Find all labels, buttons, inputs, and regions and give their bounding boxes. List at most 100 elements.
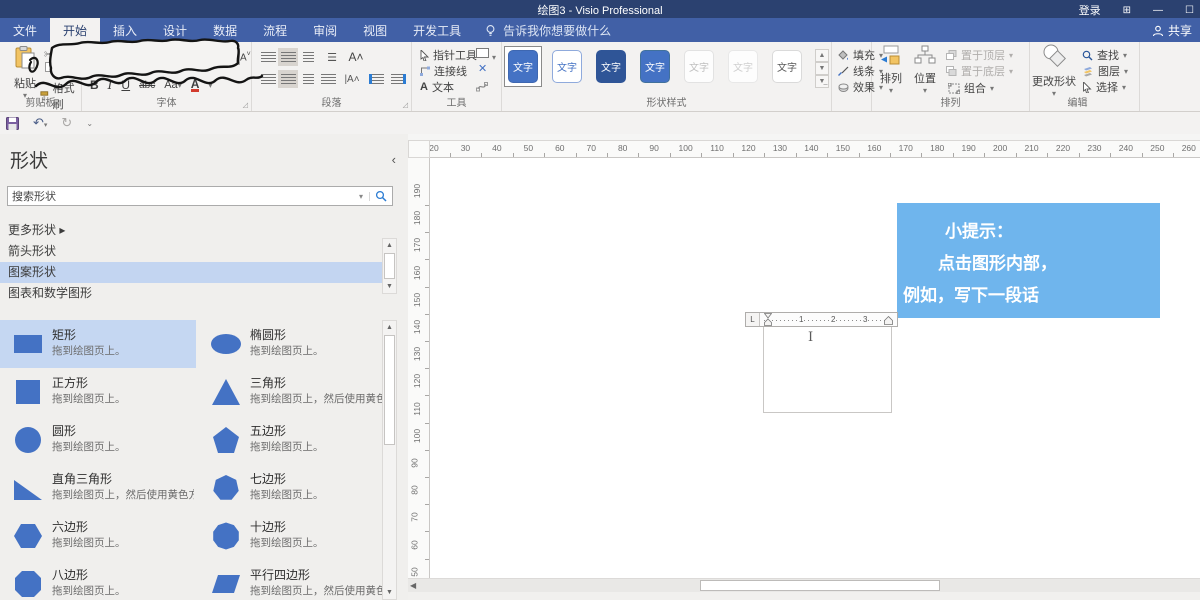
category-scrollbar[interactable]: ▲ ▼ [382, 238, 397, 294]
bold-button[interactable]: B [90, 78, 99, 92]
underline-button[interactable]: U [121, 78, 130, 92]
tell-me-box[interactable]: 告诉我你想要做什么 [484, 18, 611, 42]
tab-开发工具[interactable]: 开发工具 [400, 18, 474, 42]
maximize-icon[interactable]: ☐ [1185, 5, 1194, 16]
paragraph-dialog-launcher-icon[interactable]: ◿ [403, 101, 408, 109]
align-left-icon[interactable] [258, 48, 278, 66]
draw-shape-dropdown-icon[interactable]: ▾ [492, 47, 496, 65]
scroll-up-icon[interactable]: ▲ [383, 321, 396, 334]
horizontal-scrollbar[interactable]: ◀ [408, 578, 1200, 592]
tab-流程[interactable]: 流程 [250, 18, 300, 42]
rectangle-tool-icon[interactable] [476, 48, 489, 58]
strikethrough-button[interactable]: abc [139, 80, 155, 91]
search-shapes-box[interactable]: 搜索形状 ▾ [7, 186, 393, 206]
tab-stop-button[interactable]: L [746, 313, 760, 326]
gallery-up-icon[interactable]: ▲ [815, 49, 829, 62]
sign-in-button[interactable]: 登录 [1079, 2, 1101, 18]
shape-style-5[interactable]: 文字 [684, 50, 714, 83]
shape-style-6[interactable]: 文字 [728, 50, 758, 83]
scroll-up-icon[interactable]: ▲ [383, 239, 396, 252]
minimize-icon[interactable]: — [1153, 5, 1163, 16]
shape-style-2[interactable]: 文字 [552, 50, 582, 83]
align-top-icon[interactable] [258, 70, 278, 88]
align-center-icon[interactable] [278, 48, 298, 66]
find-button[interactable]: 查找▾ [1082, 47, 1127, 63]
text-direction-icon[interactable]: A˄ [346, 48, 366, 66]
layers-button[interactable]: 图层▾ [1082, 63, 1128, 79]
select-button[interactable]: 选择▾ [1082, 79, 1126, 95]
text-edit-box[interactable] [763, 322, 892, 413]
bullets-icon[interactable]: ☰ [322, 48, 342, 66]
shape-item-圆形[interactable]: 圆形拖到绘图页上。 [0, 416, 196, 464]
line-tool-icon[interactable]: ✕ [478, 62, 487, 75]
shape-item-椭圆形[interactable]: 椭圆形拖到绘图页上。 [198, 320, 394, 368]
shape-item-五边形[interactable]: 五边形拖到绘图页上。 [198, 416, 394, 464]
scroll-down-icon[interactable]: ▼ [383, 586, 396, 599]
shape-style-3[interactable]: 文字 [596, 50, 626, 83]
tab-文件[interactable]: 文件 [0, 18, 50, 42]
tab-开始[interactable]: 开始 [50, 18, 100, 42]
paste-button[interactable]: 粘贴 ▾ [8, 46, 42, 100]
grow-font-icon[interactable]: A˄ [222, 50, 234, 64]
shape-style-7[interactable]: 文字 [772, 50, 802, 83]
line-spacing-icon[interactable]: |A˄ [342, 70, 362, 88]
increase-indent-icon[interactable] [388, 70, 408, 88]
gallery-more-icon[interactable]: ▼̲ [815, 75, 829, 88]
scroll-left-icon[interactable]: ◀ [410, 581, 416, 590]
font-dialog-launcher-icon[interactable]: ◿ [243, 101, 248, 109]
save-icon[interactable] [6, 117, 19, 130]
pointer-tool-button[interactable]: 指针工具 [420, 47, 477, 63]
shrink-font-icon[interactable]: A˅ [240, 51, 251, 63]
tab-视图[interactable]: 视图 [350, 18, 400, 42]
stencil-category-图案形状[interactable]: 图案形状 [0, 262, 396, 283]
shape-item-直角三角形[interactable]: 直角三角形拖到绘图页上，然后使用黄色方形... [0, 464, 196, 512]
change-case-button[interactable]: Aa▾ [164, 79, 181, 91]
align-button[interactable]: 排列 ▾ [876, 45, 906, 95]
stencil-category-更多形状[interactable]: 更多形状 ▸ [0, 220, 396, 241]
bring-to-front-button[interactable]: 置于顶层▾ [946, 47, 1013, 63]
shape-item-正方形[interactable]: 正方形拖到绘图页上。 [0, 368, 196, 416]
shape-item-矩形[interactable]: 矩形拖到绘图页上。 [0, 320, 196, 368]
shape-item-十边形[interactable]: 十边形拖到绘图页上。 [198, 512, 394, 560]
shape-list-scrollbar[interactable]: ▲ ▼ [382, 320, 397, 600]
tab-数据[interactable]: 数据 [200, 18, 250, 42]
position-button[interactable]: 位置 ▾ [910, 45, 940, 95]
connector-tool-button[interactable]: 连接线 [420, 63, 467, 79]
cut-icon[interactable]: ✂ [44, 48, 53, 61]
font-name-combobox[interactable] [88, 48, 206, 65]
font-color-button[interactable]: A [191, 79, 200, 92]
align-right-icon[interactable] [298, 48, 318, 66]
scrollbar-thumb[interactable] [700, 580, 940, 591]
align-bottom-icon[interactable] [298, 70, 318, 88]
gallery-down-icon[interactable]: ▼ [815, 62, 829, 75]
search-dropdown-icon[interactable]: ▾ [353, 192, 370, 201]
tab-设计[interactable]: 设计 [150, 18, 200, 42]
share-button[interactable]: 共享 [1152, 22, 1192, 39]
align-middle-icon[interactable] [278, 70, 298, 88]
stencil-category-箭头形状[interactable]: 箭头形状 [0, 241, 396, 262]
scroll-down-icon[interactable]: ▼ [383, 280, 396, 293]
decrease-indent-icon[interactable] [366, 70, 386, 88]
indent-marker-icon[interactable] [764, 313, 772, 327]
shape-style-1[interactable]: 文字 [508, 50, 538, 83]
shape-item-八边形[interactable]: 八边形拖到绘图页上。 [0, 560, 196, 600]
tab-审阅[interactable]: 审阅 [300, 18, 350, 42]
right-indent-marker-icon[interactable] [884, 316, 893, 326]
shape-item-三角形[interactable]: 三角形拖到绘图页上，然后使用黄色方形... [198, 368, 394, 416]
redo-icon[interactable]: ↻ [61, 115, 72, 131]
shape-style-4[interactable]: 文字 [640, 50, 670, 83]
italic-button[interactable]: I [108, 78, 113, 92]
undo-icon[interactable]: ↶▾ [33, 115, 47, 131]
collapse-panel-icon[interactable]: ‹ [392, 152, 396, 167]
shape-item-七边形[interactable]: 七边形拖到绘图页上。 [198, 464, 394, 512]
tab-插入[interactable]: 插入 [100, 18, 150, 42]
justify-icon[interactable] [318, 70, 338, 88]
change-shape-button[interactable]: 更改形状 ▾ [1032, 44, 1076, 98]
qat-customize-icon[interactable]: ⌄ [86, 119, 93, 128]
stencil-category-图表和数学图形[interactable]: 图表和数学图形 [0, 283, 396, 304]
ribbon-options-icon[interactable]: ⊞ [1123, 5, 1131, 16]
shape-item-平行四边形[interactable]: 平行四边形拖到绘图页上，然后使用黄色方形... [198, 560, 394, 600]
send-to-back-button[interactable]: 置于底层▾ [946, 63, 1013, 79]
shape-item-六边形[interactable]: 六边形拖到绘图页上。 [0, 512, 196, 560]
search-icon[interactable] [375, 190, 387, 202]
